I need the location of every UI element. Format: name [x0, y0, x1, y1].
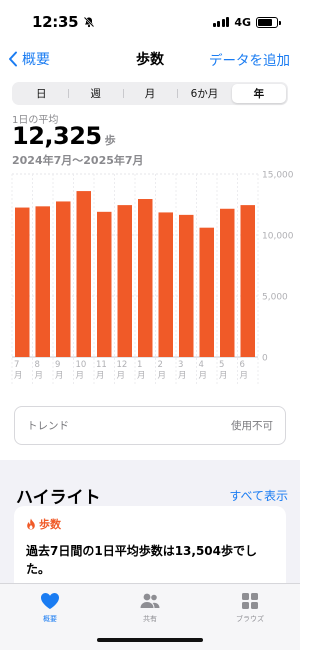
chart-bar — [97, 211, 112, 357]
battery-icon — [256, 16, 281, 28]
tab-browse-label: ブラウズ — [236, 615, 264, 623]
show-all-link[interactable]: すべて表示 — [229, 487, 288, 504]
chart-bar — [199, 227, 214, 357]
x-tick-label: 8月 — [35, 360, 44, 381]
add-data-button[interactable]: データを追加 — [209, 49, 290, 69]
average-value: 12,325 — [12, 122, 102, 150]
x-tick-label: 10 月 — [76, 360, 87, 381]
chart-bar — [220, 208, 235, 357]
highlight-category-label: 歩数 — [39, 518, 61, 531]
y-tick-label: 5,000 — [262, 293, 288, 303]
highlight-category: 歩数 — [26, 516, 61, 532]
x-tick-label: 12 月 — [117, 360, 128, 381]
x-tick-label: 9月 — [55, 360, 64, 381]
trend-row[interactable]: トレンド 使用不可 — [14, 406, 286, 445]
tab-sharing-label: 共有 — [143, 615, 157, 623]
people-icon — [140, 593, 160, 608]
tab-summary[interactable]: 概要 — [10, 592, 90, 650]
segment-week[interactable]: 週 — [68, 84, 122, 103]
chart-bar — [56, 201, 71, 357]
nav-bar: 概要 歩数 データを追加 — [0, 44, 300, 74]
x-tick-label: 7月 — [14, 360, 23, 381]
chart-bar — [76, 191, 91, 357]
flame-icon — [27, 518, 35, 530]
y-tick-label: 10,000 — [262, 232, 294, 242]
chart-bar — [138, 199, 153, 357]
steps-bar-chart[interactable]: 0 5,000 10,000 15,000 7 月 8 月 9 月 10 月 11 月 12 月 1 月 2 月 3 月 4… — [0, 166, 300, 390]
home-indicator — [97, 638, 203, 642]
signal-icon — [212, 17, 230, 27]
y-tick-label: 15,000 — [262, 171, 294, 181]
segment-day[interactable]: 日 — [14, 84, 68, 103]
back-button[interactable]: 概要 — [8, 49, 50, 69]
network-label: 4G — [234, 15, 251, 29]
bell-slash-icon — [83, 16, 95, 28]
period-segmented-control: 日 週 月 6か月 年 — [12, 82, 288, 105]
segment-year[interactable]: 年 — [231, 84, 287, 103]
x-tick-label: 3月 — [178, 360, 187, 381]
grid-icon — [242, 593, 258, 609]
back-label: 概要 — [22, 52, 50, 68]
tab-summary-label: 概要 — [43, 615, 57, 623]
x-tick-label: 11 月 — [96, 360, 107, 381]
segment-month[interactable]: 月 — [122, 84, 177, 103]
x-tick-label: 4月 — [199, 360, 208, 381]
status-time-group: 12:35 — [32, 13, 95, 31]
segment-six-months[interactable]: 6か月 — [177, 84, 231, 103]
chart-bar — [117, 205, 132, 357]
highlight-card[interactable]: 歩数 過去7日間の1日平均歩数は13,504歩でした。 — [14, 506, 286, 590]
chevron-left-icon — [9, 51, 17, 67]
x-tick-label: 6月 — [240, 360, 249, 381]
chart-bar — [240, 205, 255, 357]
x-tick-label: 1月 — [137, 360, 146, 381]
tab-browse[interactable]: ブラウズ — [210, 592, 290, 650]
highlights-title: ハイライト — [16, 488, 101, 508]
average-unit: 歩 — [104, 134, 116, 147]
highlight-text: 過去7日間の1日平均歩数は13,504歩でした。 — [26, 544, 258, 576]
heart-icon — [41, 593, 59, 609]
average-value-group: 12,325 歩 — [12, 122, 116, 150]
chart-bar — [15, 207, 30, 357]
chart-bar — [179, 214, 194, 357]
status-indicators: 4G — [212, 15, 281, 29]
trend-value: 使用不可 — [231, 420, 273, 432]
status-bar: 12:35 4G — [0, 0, 300, 44]
chart-bar — [158, 212, 173, 357]
x-tick-label: 5月 — [219, 360, 228, 381]
chart-bar — [35, 206, 50, 357]
status-time: 12:35 — [32, 13, 79, 31]
y-tick-label: 0 — [262, 354, 268, 364]
x-tick-label: 2月 — [158, 360, 167, 381]
trend-label: トレンド — [27, 420, 69, 432]
